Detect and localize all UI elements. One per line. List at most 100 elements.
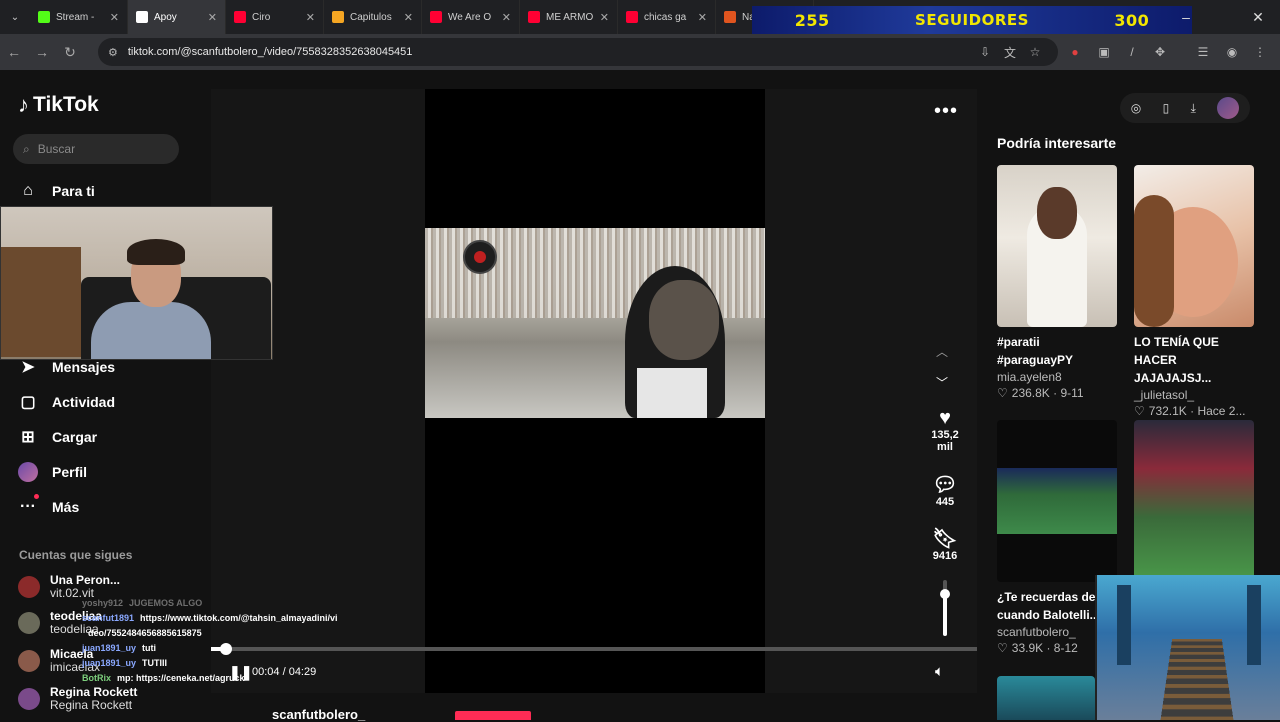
heart-icon: ♥ [939,407,951,429]
tiktok-note-icon: ♪ [18,92,29,117]
bookmark-star-icon[interactable]: ☆ [1025,42,1045,62]
url-field[interactable]: ⚙ tiktok.com/@scanfutbolero_/video/75583… [98,38,1058,66]
tab-search-dropdown-icon[interactable]: ⌄ [0,0,30,34]
tab-title: Ciro [252,11,271,23]
search-placeholder: Buscar [37,142,76,156]
minimize-button[interactable]: – [1164,0,1208,34]
playlist-icon[interactable]: ☰ [1193,42,1213,62]
plus-square-icon: ⊞ [21,429,35,446]
tab-title: We Are O [448,11,492,23]
back-button[interactable]: ← [0,38,28,66]
follower-label: SEGUIDORES [915,11,1029,29]
browser-tab[interactable]: Ciro ✕ [226,0,324,34]
nav-item-cargar[interactable]: ⊞ Cargar [18,427,97,447]
tab-close-icon[interactable]: ✕ [208,11,217,24]
tab-title: Capitulos [350,11,392,23]
tab-close-icon[interactable]: ✕ [502,11,511,24]
download-icon[interactable]: ⤓ [1191,101,1196,116]
chat-username: juan1891_uy [82,643,137,653]
browser-tab[interactable]: Apoy ✕ [128,0,226,34]
notification-dot [34,494,39,499]
video-thumbnail [1134,165,1254,327]
extension-icon[interactable]: / [1122,42,1142,62]
volume-icon[interactable]: 🔈︎ [935,663,944,680]
save-button[interactable]: 🔖︎ 9416 [925,528,965,562]
avatar [18,462,38,482]
chat-text: https://www.tiktok.com/@tahsin_almayadin… [140,613,338,623]
following-item[interactable]: Regina Rockett Regina Rockett [18,686,137,712]
tab-favicon-icon [724,11,736,23]
browser-menu-icon[interactable]: ⋮ [1250,42,1270,62]
compass-icon[interactable]: ◎ [1131,101,1141,115]
avatar [18,688,40,710]
browser-tab[interactable]: Stream - ✕ [30,0,128,34]
gameplay-overlay [1095,575,1280,720]
more-icon: ··· [18,494,39,517]
adblock-icon[interactable]: ● [1065,42,1085,62]
recommendation-card[interactable] [1134,420,1254,582]
reload-button[interactable]: ↻ [56,38,84,66]
puzzle-icon[interactable]: ✥ [1150,42,1170,62]
browser-tab[interactable]: Capitulos ✕ [324,0,422,34]
tab-favicon-icon [430,11,442,23]
tab-close-icon[interactable]: ✕ [600,11,609,24]
install-icon[interactable]: ⇩ [975,42,995,62]
comment-button[interactable]: 💬︎ 445 [925,474,965,508]
url-text: tiktok.com/@scanfutbolero_/video/7558328… [127,46,413,58]
close-window-button[interactable]: ✕ [1236,0,1280,34]
like-button[interactable]: ♥ 135,2 mil [925,407,965,453]
recommendations-heading: Podría interesarte [997,135,1117,151]
recommendation-card[interactable]: #paratii #paraguayPY mia.ayelen8 ♡ 236.8K… [997,165,1117,402]
tiktok-logo[interactable]: ♪ TikTok [18,92,99,118]
browser-tab[interactable]: We Are O ✕ [422,0,520,34]
streamer-webcam [0,206,273,360]
home-icon: ⌂ [23,182,33,199]
follow-button[interactable] [455,711,531,720]
browser-tab[interactable]: chicas ga ✕ [618,0,716,34]
previous-video-icon[interactable]: ︿ [936,343,948,360]
site-info-icon[interactable]: ⚙ [108,46,118,59]
chat-text: TUTIII [142,658,168,668]
mobile-icon[interactable]: ▯ [1163,101,1170,115]
more-options-icon[interactable]: ••• [934,100,958,123]
chat-message: BotRix mp: https://ceneka.net/agruck [82,671,382,686]
heart-outline-icon: ♡ [997,641,1008,655]
channel-watermark-icon [463,240,497,274]
nav-item-perfil[interactable]: Perfil [18,462,87,482]
tab-close-icon[interactable]: ✕ [404,11,413,24]
video-thumbnail[interactable] [997,676,1095,720]
follower-goal-overlay: 255 SEGUIDORES 300 [752,6,1192,34]
chat-text: mp: https://ceneka.net/agruck [117,673,245,683]
tab-list: Stream - ✕ Apoy ✕ Ciro ✕ Capitulos ✕ We Are O ✕ ME… [30,0,814,34]
translate-icon[interactable]: 文 [1000,42,1020,62]
avatar[interactable] [1217,97,1240,119]
search-input[interactable]: ⌕ Buscar [13,134,179,164]
tab-close-icon[interactable]: ✕ [110,11,119,24]
profile-icon[interactable]: ◉ [1222,42,1242,62]
browser-tab[interactable]: ME ARMO ✕ [520,0,618,34]
chat-text: deo/7552484656885615875 [88,628,202,638]
nav-item-actividad[interactable]: ▢ Actividad [18,392,115,412]
chat-message: scanfut1891 https://www.tiktok.com/@tahsi… [82,611,382,626]
next-video-icon[interactable]: ﹀ [936,374,948,391]
tab-close-icon[interactable]: ✕ [698,11,707,24]
recommendation-card[interactable]: LO TENÍA QUE HACER JAJAJAJSJ... _julieta… [1134,165,1254,420]
video-thumbnail [997,165,1117,327]
avatar [18,612,40,634]
avatar [18,650,40,672]
video-thumbnail [1134,420,1254,582]
chat-text: tuti [142,643,157,653]
bookmark-icon: 🔖︎ [932,528,958,550]
tab-favicon-icon [626,11,638,23]
volume-slider[interactable] [940,580,950,636]
volume-knob[interactable] [940,589,950,599]
chat-message: juan1891_uy TUTIII [82,656,382,671]
tab-close-icon[interactable]: ✕ [306,11,315,24]
top-right-toolbar: ◎ ▯ ⤓ [1120,93,1250,123]
forward-button[interactable]: → [28,38,56,66]
nav-item-mas[interactable]: ··· Más [18,494,79,517]
nav-item-mensajes[interactable]: ➤ Mensajes [18,357,115,377]
extension-icon[interactable]: ▣ [1094,42,1114,62]
nav-item-para-ti[interactable]: ⌂ Para ti [18,181,95,201]
chat-username: BotRix [82,673,111,683]
